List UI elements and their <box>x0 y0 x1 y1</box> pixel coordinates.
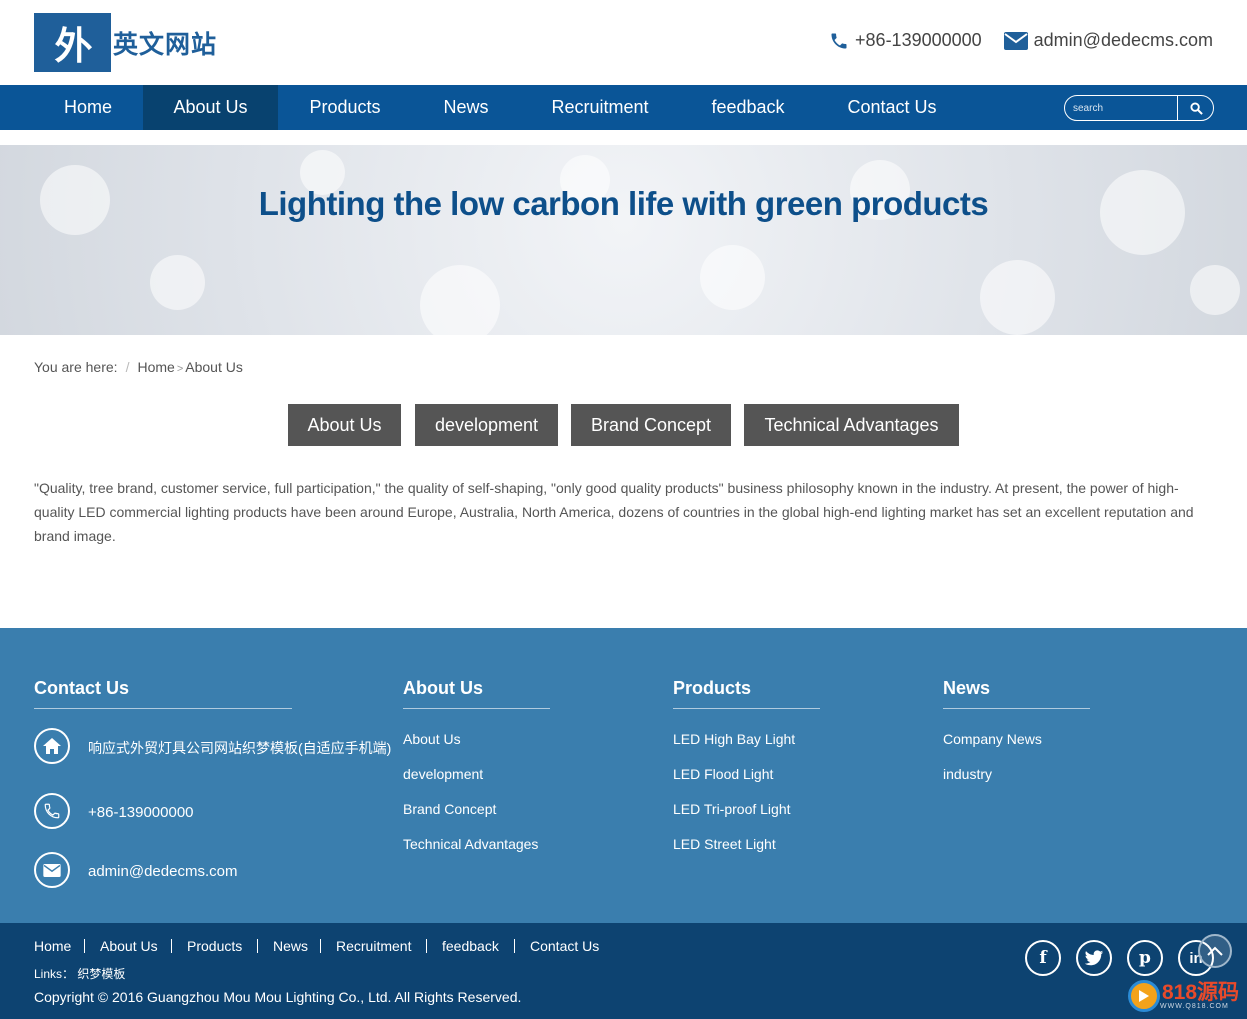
header-phone: +86-139000000 <box>829 30 982 51</box>
bottom-nav-about-us[interactable]: About Us <box>100 938 158 954</box>
footer-contact-title: Contact Us <box>34 678 130 698</box>
footer-products-title: Products <box>673 678 752 698</box>
watermark-text: 818源码 <box>1162 980 1240 1004</box>
hero-banner: Lighting the low carbon life with green … <box>0 145 1247 335</box>
site-footer: Contact Us 响应式外贸灯具公司网站织梦模板(自适应手机端) +86-1… <box>0 628 1247 923</box>
bottom-nav-contact-us[interactable]: Contact Us <box>530 938 599 954</box>
footer-link-flood[interactable]: LED Flood Light <box>673 766 773 782</box>
watermark: 818源码 WWW.Q818.COM <box>1128 980 1239 1012</box>
nav-feedback[interactable]: feedback <box>680 85 816 130</box>
links-label: Links： <box>34 967 75 981</box>
header-email: admin@dedecms.com <box>1003 30 1213 51</box>
bottom-nav-separator <box>320 939 321 953</box>
nav-contact-us[interactable]: Contact Us <box>818 85 966 130</box>
bokeh-light <box>700 245 765 310</box>
nav-news[interactable]: News <box>412 85 520 130</box>
site-logo[interactable]: 外 英文网站 <box>34 13 217 72</box>
bottom-nav-products[interactable]: Products <box>187 938 242 954</box>
breadcrumb-prefix: You are here: <box>34 359 118 375</box>
footer-link-brand-concept[interactable]: Brand Concept <box>403 801 496 817</box>
friend-links: Links： 织梦模板 <box>34 965 125 982</box>
bottom-nav-recruitment[interactable]: Recruitment <box>336 938 411 954</box>
header-phone-text: +86-139000000 <box>855 30 982 50</box>
footer-email[interactable]: admin@dedecms.com <box>88 863 237 880</box>
subtab-development[interactable]: development <box>415 404 558 446</box>
subtab-about-us[interactable]: About Us <box>288 404 401 446</box>
bottom-bar: Home About Us Products News Recruitment … <box>0 923 1247 1019</box>
bokeh-light <box>420 265 500 335</box>
logo-text: 英文网站 <box>113 29 218 59</box>
footer-link-technical-advantages[interactable]: Technical Advantages <box>403 836 538 852</box>
bottom-nav-separator <box>171 939 172 953</box>
bottom-nav-separator <box>426 939 427 953</box>
about-content: "Quality, tree brand, customer service, … <box>34 480 1194 544</box>
footer-link-tri-proof[interactable]: LED Tri-proof Light <box>673 801 791 817</box>
footer-link-development[interactable]: development <box>403 766 483 782</box>
chevron-up-icon <box>1207 946 1223 956</box>
footer-link-high-bay[interactable]: LED High Bay Light <box>673 731 795 747</box>
nav-about-us[interactable]: About Us <box>143 85 278 130</box>
bottom-nav-separator <box>257 939 258 953</box>
footer-divider <box>673 708 820 709</box>
header-contact: +86-139000000 admin@dedecms.com <box>807 30 1213 51</box>
copyright: Copyright © 2016 Guangzhou Mou Mou Light… <box>34 989 522 1005</box>
main-nav: Home About Us Products News Recruitment … <box>0 85 1247 130</box>
links-value[interactable]: 织梦模板 <box>77 967 125 981</box>
envelope-icon <box>1003 31 1028 50</box>
footer-link-industry[interactable]: industry <box>943 766 992 782</box>
breadcrumb-current[interactable]: About Us <box>185 359 243 375</box>
footer-link-about-us[interactable]: About Us <box>403 731 461 747</box>
header-email-text[interactable]: admin@dedecms.com <box>1034 30 1213 51</box>
bottom-nav-separator <box>84 939 85 953</box>
footer-link-street[interactable]: LED Street Light <box>673 836 776 852</box>
breadcrumb-arrow: > <box>176 363 184 375</box>
breadcrumb-home[interactable]: Home <box>137 359 174 375</box>
play-icon <box>1128 980 1160 1012</box>
footer-phone: +86-139000000 <box>88 804 194 821</box>
facebook-icon[interactable]: f <box>1025 940 1061 976</box>
footer-link-company-news[interactable]: Company News <box>943 731 1042 747</box>
footer-address: 响应式外贸灯具公司网站织梦模板(自适应手机端) <box>88 740 392 756</box>
bottom-nav-home[interactable]: Home <box>34 938 71 954</box>
subtab-technical-advantages[interactable]: Technical Advantages <box>744 404 959 446</box>
watermark-sub: WWW.Q818.COM <box>1160 1002 1229 1010</box>
footer-about-title: About Us <box>403 678 483 698</box>
footer-divider <box>403 708 550 709</box>
bokeh-light <box>150 255 205 310</box>
twitter-icon[interactable] <box>1076 940 1112 976</box>
footer-divider <box>943 708 1090 709</box>
bottom-nav-separator <box>514 939 515 953</box>
breadcrumb: You are here: / Home > About Us <box>34 359 243 375</box>
bottom-nav-feedback[interactable]: feedback <box>442 938 499 954</box>
subtab-brand-concept[interactable]: Brand Concept <box>571 404 731 446</box>
search-box <box>1064 95 1214 121</box>
banner-title: Lighting the low carbon life with green … <box>258 185 989 222</box>
logo-mark: 外 <box>34 13 111 72</box>
nav-recruitment[interactable]: Recruitment <box>522 85 678 130</box>
footer-news-title: News <box>943 678 991 698</box>
nav-home[interactable]: Home <box>34 85 142 130</box>
pinterest-icon[interactable]: p <box>1127 940 1163 976</box>
bokeh-light <box>980 260 1055 335</box>
bokeh-light <box>1190 265 1240 315</box>
search-button[interactable] <box>1179 96 1213 120</box>
search-icon <box>1189 101 1203 115</box>
site-header: 外 英文网站 +86-139000000 admin@dedecms.com <box>0 0 1247 85</box>
search-divider <box>1177 96 1178 120</box>
home-icon <box>34 728 70 764</box>
back-to-top-button[interactable] <box>1198 934 1232 968</box>
envelope-icon <box>34 852 70 888</box>
search-input[interactable] <box>1073 99 1173 117</box>
breadcrumb-separator: / <box>125 359 130 375</box>
phone-icon <box>34 793 70 829</box>
footer-divider <box>34 708 292 709</box>
bottom-nav-news[interactable]: News <box>273 938 308 954</box>
nav-products[interactable]: Products <box>280 85 410 130</box>
phone-icon <box>831 33 847 48</box>
